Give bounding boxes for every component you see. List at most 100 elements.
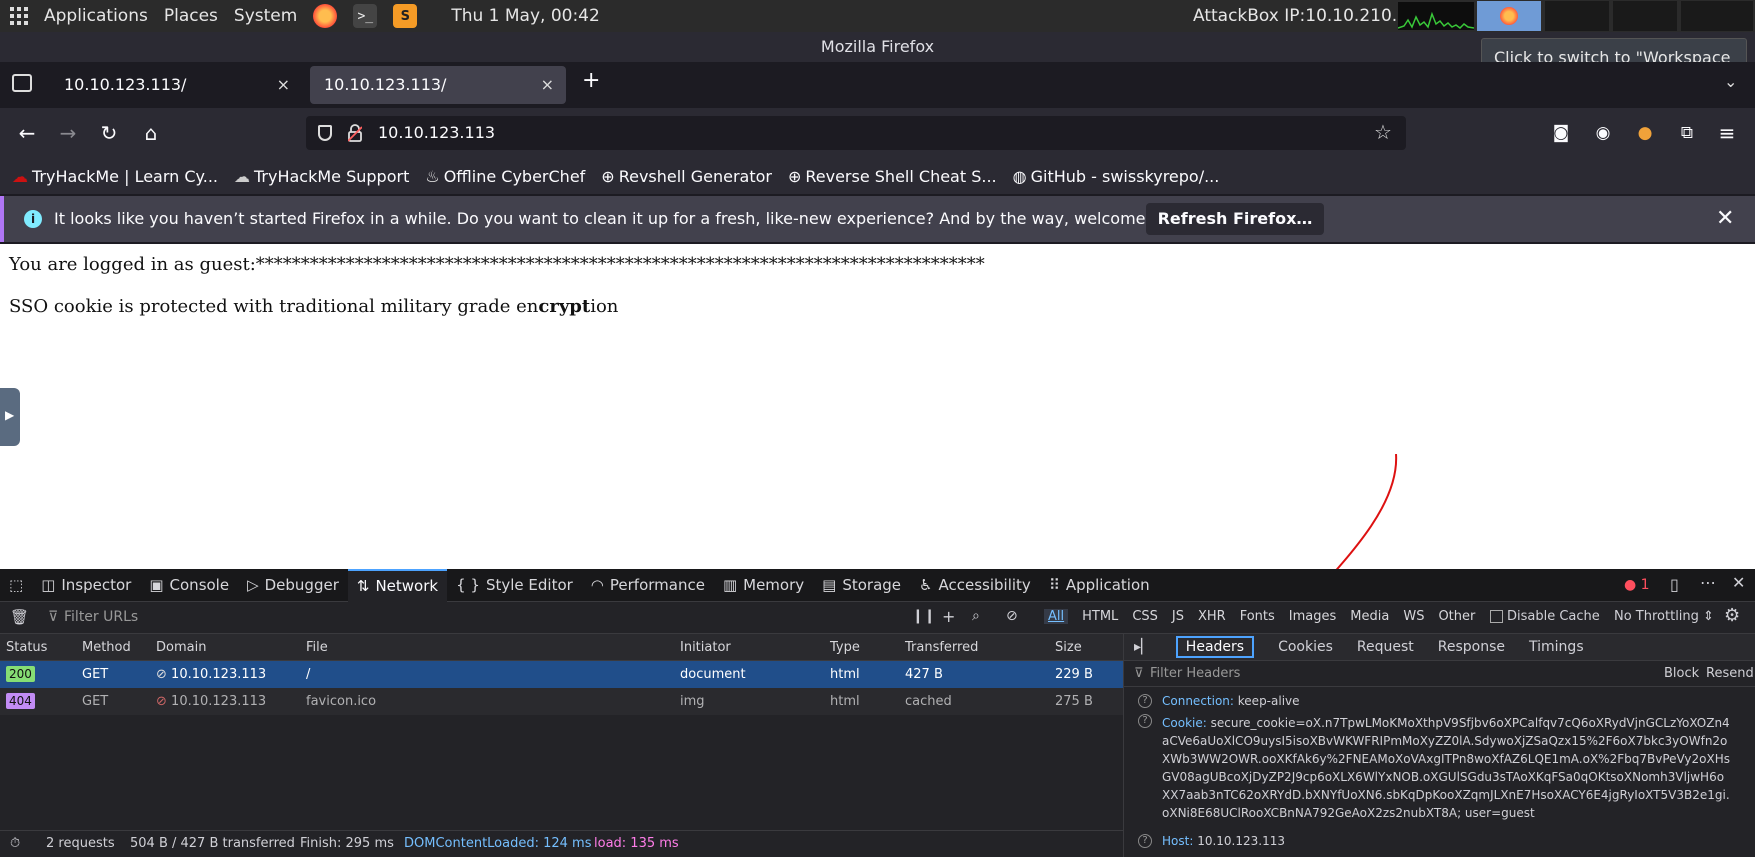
- home-icon[interactable]: ⌂: [138, 120, 164, 146]
- col-file[interactable]: File: [306, 634, 328, 661]
- element-picker-icon[interactable]: ⬚: [0, 569, 32, 602]
- col-domain[interactable]: Domain: [156, 634, 206, 661]
- block-button[interactable]: Block: [1664, 666, 1699, 681]
- sublime-launcher-icon[interactable]: S: [393, 4, 418, 28]
- close-notification-icon[interactable]: ✕: [1716, 206, 1734, 231]
- filter-icon: ⊽: [48, 609, 59, 625]
- table-row[interactable]: 404 GET ⊘ 10.10.123.113 favicon.ico img …: [0, 688, 1123, 715]
- error-indicator[interactable]: ● 1: [1624, 577, 1650, 593]
- tab-timings[interactable]: Timings: [1529, 639, 1584, 655]
- filter-media[interactable]: Media: [1350, 609, 1389, 624]
- new-tab-button[interactable]: +: [582, 68, 600, 93]
- back-icon[interactable]: ←: [14, 120, 40, 146]
- workspace-3[interactable]: [1613, 1, 1677, 31]
- tab-memory[interactable]: ▥ Memory: [714, 569, 813, 602]
- disable-cache-checkbox[interactable]: Disable Cache: [1490, 609, 1600, 624]
- throttling-select[interactable]: No Throttling ⇕: [1614, 609, 1714, 624]
- dock-icon[interactable]: ▯: [1670, 575, 1679, 594]
- clock[interactable]: Thu 1 May, 00:42: [451, 6, 600, 26]
- tab-performance[interactable]: ◠ Performance: [582, 569, 714, 602]
- insecure-lock-icon[interactable]: [347, 124, 363, 142]
- tab-inspector[interactable]: ◫ Inspector: [32, 569, 140, 602]
- tab-2-active[interactable]: 10.10.123.113/ ×: [310, 66, 566, 104]
- col-size[interactable]: Size: [1055, 634, 1082, 661]
- bookmark-github[interactable]: ◍ GitHub - swisskyrepo/...: [1013, 167, 1220, 186]
- filter-ws[interactable]: WS: [1403, 609, 1424, 624]
- filter-js[interactable]: JS: [1172, 609, 1184, 624]
- shield-icon[interactable]: [318, 125, 332, 141]
- tab-application[interactable]: ⠿ Application: [1040, 569, 1159, 602]
- help-icon[interactable]: ?: [1138, 834, 1152, 848]
- tab-request[interactable]: Request: [1357, 639, 1414, 655]
- tab-1[interactable]: 10.10.123.113/ ×: [50, 66, 302, 104]
- tab-console[interactable]: ▣ Console: [140, 569, 238, 602]
- bookmark-cyberchef[interactable]: ♨ Offline CyberChef: [425, 167, 585, 186]
- tab-headers[interactable]: Headers: [1175, 636, 1255, 658]
- firefox-view-icon[interactable]: [12, 74, 32, 92]
- pocket-icon[interactable]: ◙: [1548, 120, 1574, 146]
- trash-icon[interactable]: 🗑: [10, 608, 29, 626]
- close-devtools-icon[interactable]: ✕: [1732, 573, 1745, 592]
- workspace-4[interactable]: [1681, 1, 1753, 31]
- close-tab-icon[interactable]: ×: [277, 66, 290, 104]
- filter-images[interactable]: Images: [1289, 609, 1337, 624]
- help-icon[interactable]: ?: [1138, 694, 1152, 708]
- table-row[interactable]: 200 GET ⊘ 10.10.123.113 / document html …: [0, 661, 1123, 688]
- menu-system[interactable]: System: [234, 6, 297, 26]
- close-tab-icon[interactable]: ×: [541, 66, 554, 104]
- filter-css[interactable]: CSS: [1132, 609, 1158, 624]
- bookmark-tryhackme[interactable]: ☁ TryHackMe | Learn Cy...: [12, 167, 218, 186]
- pause-icon[interactable]: ❙❙: [912, 608, 935, 624]
- refresh-firefox-button[interactable]: Refresh Firefox…: [1146, 203, 1324, 235]
- workspace-2[interactable]: [1545, 1, 1609, 31]
- hamburger-menu-icon[interactable]: ≡: [1714, 120, 1740, 146]
- account-icon[interactable]: ◉: [1590, 120, 1616, 146]
- col-status[interactable]: Status: [6, 634, 47, 661]
- filter-all[interactable]: All: [1044, 609, 1069, 624]
- firefox-launcher-icon[interactable]: [313, 4, 338, 28]
- filter-fonts[interactable]: Fonts: [1240, 609, 1275, 624]
- add-icon[interactable]: +: [942, 607, 955, 626]
- url-bar[interactable]: 10.10.123.113 ☆: [306, 116, 1406, 150]
- apps-grid-icon[interactable]: [10, 7, 28, 25]
- tab-style-editor[interactable]: { } Style Editor: [447, 569, 582, 602]
- more-options-icon[interactable]: ⋯: [1700, 573, 1716, 592]
- filter-other[interactable]: Other: [1438, 609, 1475, 624]
- tab-storage[interactable]: ▤ Storage: [813, 569, 910, 602]
- filter-urls-input[interactable]: Filter URLs: [64, 609, 138, 625]
- block-icon[interactable]: ⊘: [1006, 608, 1018, 624]
- extensions-icon[interactable]: ⧉: [1674, 120, 1700, 146]
- extension-cookie-icon[interactable]: ●: [1632, 120, 1658, 146]
- menu-applications[interactable]: Applications: [44, 6, 148, 26]
- reload-icon[interactable]: ↻: [96, 120, 122, 146]
- col-type[interactable]: Type: [830, 634, 860, 661]
- sidebar-handle[interactable]: ▶: [0, 388, 20, 446]
- filter-headers-input[interactable]: Filter Headers: [1150, 666, 1240, 681]
- menu-places[interactable]: Places: [164, 6, 218, 26]
- tab-accessibility[interactable]: ♿ Accessibility: [910, 569, 1040, 602]
- settings-gear-icon[interactable]: ⚙: [1724, 605, 1740, 626]
- url-text[interactable]: 10.10.123.113: [378, 116, 495, 150]
- bookmark-star-icon[interactable]: ☆: [1374, 120, 1392, 144]
- help-icon[interactable]: ?: [1138, 714, 1152, 728]
- bookmark-revshell[interactable]: ⊕ Revshell Generator: [601, 167, 772, 186]
- list-tabs-chevron-icon[interactable]: ⌄: [1724, 72, 1737, 91]
- stopwatch-icon[interactable]: ⏱: [10, 831, 20, 857]
- tab-debugger[interactable]: ▷ Debugger: [238, 569, 348, 602]
- bookmark-tryhackme-support[interactable]: ☁ TryHackMe Support: [234, 167, 409, 186]
- filter-xhr[interactable]: XHR: [1198, 609, 1226, 624]
- bookmark-reverse-shell[interactable]: ⊕ Reverse Shell Cheat S...: [788, 167, 997, 186]
- tab-response[interactable]: Response: [1438, 639, 1505, 655]
- tab-cookies[interactable]: Cookies: [1278, 639, 1333, 655]
- forward-icon[interactable]: →: [55, 120, 81, 146]
- resend-button[interactable]: Resend: [1706, 666, 1754, 681]
- tab-network[interactable]: ⇅ Network: [347, 568, 448, 602]
- filter-html[interactable]: HTML: [1082, 609, 1118, 624]
- search-icon[interactable]: ⌕: [972, 608, 980, 624]
- terminal-launcher-icon[interactable]: >_: [353, 4, 378, 28]
- workspace-1[interactable]: [1477, 1, 1541, 31]
- toggle-panel-icon[interactable]: ▸▏: [1134, 639, 1152, 655]
- col-transferred[interactable]: Transferred: [905, 634, 978, 661]
- col-initiator[interactable]: Initiator: [680, 634, 731, 661]
- col-method[interactable]: Method: [82, 634, 131, 661]
